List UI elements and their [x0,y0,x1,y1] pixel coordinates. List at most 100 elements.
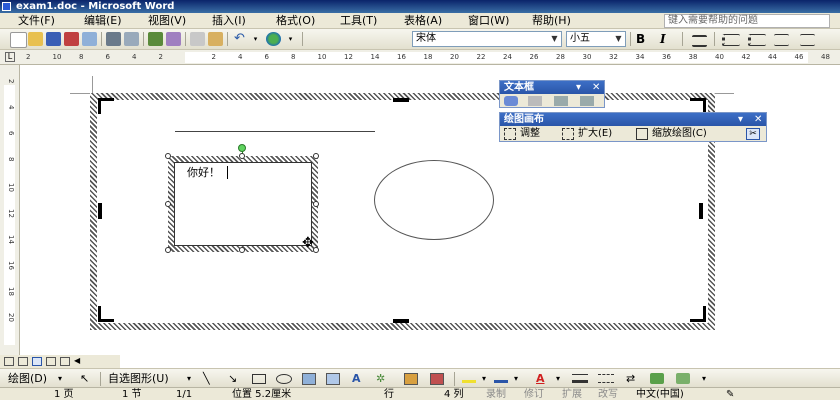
3d-style-icon[interactable] [676,373,690,384]
menu-format[interactable]: 格式(O) [276,14,315,28]
copy-icon[interactable] [190,32,205,46]
save-icon[interactable] [46,32,61,46]
rectangle-icon[interactable] [252,374,266,384]
canvas-crop-handle[interactable] [393,98,409,102]
line-style-icon[interactable] [572,374,588,383]
select-objects-icon[interactable]: ↖ [80,371,89,386]
dash-style-icon[interactable] [598,374,614,383]
outline-view-icon[interactable] [46,357,56,366]
research-icon[interactable] [166,32,181,46]
previous-textbox-icon[interactable] [554,96,568,106]
textbox-toolbar-caption[interactable]: 文本框 [500,81,604,94]
print-preview-icon[interactable] [124,32,139,46]
menu-window[interactable]: 窗口(W) [468,14,509,28]
status-record[interactable]: 录制 [486,388,506,401]
help-search-input[interactable]: 键入需要帮助的问题 [664,14,830,28]
shadow-style-icon[interactable] [650,373,664,384]
insert-picture-icon[interactable] [430,373,444,385]
clip-art-icon[interactable] [404,373,418,385]
menu-table[interactable]: 表格(A) [404,14,442,28]
undo-icon[interactable]: ↶ [232,32,247,46]
font-size-select[interactable]: 小五 ▼ [566,31,626,47]
hyperlink-globe-icon[interactable] [266,32,281,46]
autoshapes-button[interactable]: 自选图形(U) [108,371,169,386]
canvas-toolbar[interactable]: 绘图画布 ▾ ✕ 调整 扩大(E) 缩放绘图(C) ✂ [499,112,767,142]
paste-icon[interactable] [208,32,223,46]
break-link-icon[interactable] [528,96,542,106]
menu-edit[interactable]: 编辑(E) [84,14,122,28]
spelling-status-icon[interactable]: ✎ [726,388,734,401]
vertical-textbox-icon[interactable] [326,373,340,385]
undo-dropdown-icon[interactable]: ▾ [248,32,263,46]
toolbar-options-icon[interactable]: ▾ [576,81,581,94]
increase-indent-icon[interactable] [800,34,815,46]
print-icon[interactable] [106,32,121,46]
canvas-crop-handle[interactable] [699,203,703,219]
line-icon[interactable]: ╲ [203,371,210,386]
vertical-ruler[interactable]: 2 4 6 8 10 12 14 16 18 20 [0,65,20,355]
bold-button[interactable]: B [636,32,645,46]
menu-tools[interactable]: 工具(T) [340,14,377,28]
decrease-indent-icon[interactable] [774,34,789,46]
email-icon[interactable] [82,32,97,46]
toolbar-options-icon[interactable]: ▾ [738,113,743,126]
line-color-icon[interactable] [494,373,508,383]
tab-selector-icon[interactable]: L [5,52,15,62]
resize-handle[interactable] [165,201,171,207]
menu-file[interactable]: 文件(F) [18,14,55,28]
more-buttons-icon[interactable]: ▾ [283,32,298,46]
wordart-icon[interactable]: A [352,371,361,386]
horizontal-ruler[interactable]: L 2 10 8 6 4 2 2 4 6 8 10 12 14 16 18 20 22 24 26 28 30 32 34 3… [0,50,840,65]
open-folder-icon[interactable] [28,32,43,46]
oval-icon[interactable] [276,374,292,384]
menu-help[interactable]: 帮助(H) [532,14,571,28]
resize-handle[interactable] [165,247,171,253]
resize-handle[interactable] [239,247,245,253]
spelling-icon[interactable] [148,32,163,46]
diagram-icon[interactable]: ✲ [376,371,385,386]
menu-view[interactable]: 视图(V) [148,14,186,28]
normal-view-icon[interactable] [4,357,14,366]
italic-button[interactable]: I [660,32,666,46]
permission-icon[interactable] [64,32,79,46]
line-shape[interactable] [175,131,375,132]
resize-handle[interactable] [165,153,171,159]
arrow-icon[interactable]: ↘ [228,371,237,386]
bullets-icon[interactable] [748,34,766,46]
close-icon[interactable]: ✕ [592,81,600,94]
status-overtype[interactable]: 改写 [598,388,618,401]
more-buttons-icon[interactable]: ▾ [702,371,706,386]
status-track-changes[interactable]: 修订 [524,388,544,401]
canvas-crop-handle[interactable] [98,306,114,322]
close-icon[interactable]: ✕ [754,113,762,126]
draw-menu-button[interactable]: 绘图(D) [8,371,47,386]
status-extend[interactable]: 扩展 [562,388,582,401]
numbering-icon[interactable] [722,34,740,46]
canvas-crop-handle[interactable] [98,98,114,114]
oval-shape[interactable] [374,160,494,240]
web-layout-view-icon[interactable] [18,357,28,366]
new-document-icon[interactable] [10,32,27,48]
fill-color-icon[interactable] [462,373,476,383]
textbox[interactable]: 你好！ [174,162,312,246]
next-textbox-icon[interactable] [580,96,594,106]
textbox-text[interactable]: 你好！ [187,166,220,180]
canvas-toolbar-caption[interactable]: 绘图画布 [500,113,766,126]
align-justify-icon[interactable] [692,35,707,47]
print-layout-view-icon[interactable] [32,357,42,366]
text-wrapping-icon[interactable]: ✂ [746,128,760,140]
canvas-crop-handle[interactable] [690,306,706,322]
textbox-toolbar[interactable]: 文本框 ▾ ✕ [499,80,605,108]
arrow-style-icon[interactable]: ⇄ [626,371,635,386]
resize-handle[interactable] [313,153,319,159]
resize-handle[interactable] [313,201,319,207]
reading-layout-view-icon[interactable] [60,357,70,366]
textbox-icon[interactable] [302,373,316,385]
canvas-crop-handle[interactable] [393,319,409,323]
canvas-crop-handle[interactable] [98,203,102,219]
create-link-icon[interactable] [504,96,518,106]
font-name-select[interactable]: 宋体 ▼ [412,31,562,47]
scroll-left-icon[interactable]: ◀ [74,356,80,365]
font-color-icon[interactable]: A [536,371,545,386]
menu-insert[interactable]: 插入(I) [212,14,246,28]
